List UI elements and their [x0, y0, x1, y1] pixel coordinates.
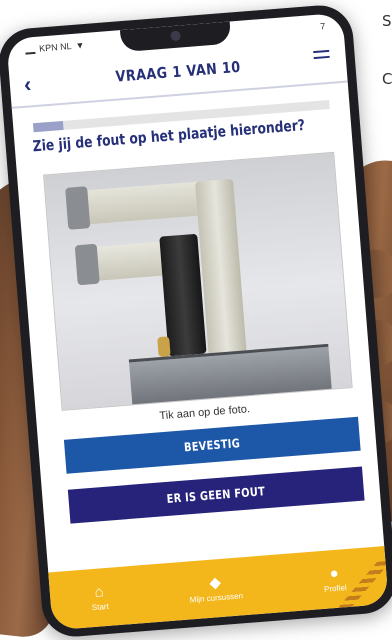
menu-icon[interactable]: [313, 49, 330, 63]
graduation-cap-icon: ◆: [208, 573, 222, 592]
tab-profiel[interactable]: ● Profiel: [322, 564, 348, 594]
tab-mijn-cursussen-label: Mijn cursussen: [189, 590, 244, 604]
tab-profiel-label: Profiel: [323, 582, 348, 594]
pipe-clamp-1: [65, 186, 91, 230]
home-icon: ⌂: [93, 582, 105, 601]
tab-start[interactable]: ⌂ Start: [90, 582, 110, 612]
no-fault-button[interactable]: ER IS GEEN FOUT: [67, 466, 365, 524]
signal-icon: [24, 44, 36, 55]
no-fault-button-label: ER IS GEEN FOUT: [166, 484, 266, 506]
chevron-left-icon[interactable]: ‹: [23, 71, 32, 97]
front-camera-icon: [169, 30, 181, 42]
phone-screen: KPN NL ▼ 7 ‹ VRAAG 1 VAN 10 Zie jij de f…: [6, 12, 389, 631]
progress-fill: [32, 120, 64, 133]
phone: KPN NL ▼ 7 ‹ VRAAG 1 VAN 10 Zie jij de f…: [0, 3, 392, 639]
pipe-clamp-2: [74, 243, 100, 286]
status-right: 7: [319, 21, 326, 32]
wifi-icon: ▼: [75, 40, 85, 51]
background-letter-s: S: [382, 12, 392, 30]
confirm-button-label: BEVESTIG: [183, 436, 241, 455]
page-title: VRAAG 1 VAN 10: [114, 57, 242, 86]
tab-start-label: Start: [91, 601, 110, 612]
question-photo[interactable]: [43, 151, 353, 411]
background-letter-c: C: [382, 70, 392, 88]
tab-mijn-cursussen[interactable]: ◆ Mijn cursussen: [188, 573, 244, 604]
person-icon: ●: [328, 564, 340, 582]
carrier-name: KPN NL: [38, 41, 72, 54]
brass-valve: [157, 336, 171, 358]
